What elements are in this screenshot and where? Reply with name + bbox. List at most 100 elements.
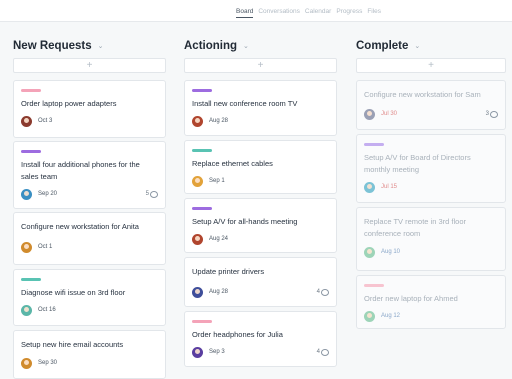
column-new-requests: New Requests ⌄ + Order laptop power adap… xyxy=(13,38,166,73)
task-title: Install four additional phones for the s… xyxy=(21,159,158,183)
task-title: Setup A/V for Board of Directors monthly… xyxy=(364,152,498,176)
add-task-button[interactable]: + xyxy=(184,58,337,73)
column-title: Complete xyxy=(356,40,408,52)
task-card[interactable]: Update printer drivers Aug 28 4 xyxy=(184,257,337,307)
task-meta: Jul 15 xyxy=(364,181,498,193)
task-card[interactable]: Diagnose wifi issue on 3rd floor Oct 16 xyxy=(13,269,166,326)
task-meta: Sep 20 5 xyxy=(21,188,158,200)
comment-count[interactable]: 5 xyxy=(146,191,158,198)
tag-bar xyxy=(192,320,212,323)
comment-icon xyxy=(490,111,498,118)
column-complete: Complete ⌄ + Configure new workstation f… xyxy=(356,38,506,73)
avatar[interactable] xyxy=(21,242,32,253)
avatar[interactable] xyxy=(192,116,203,127)
task-card[interactable]: Order laptop power adapters Oct 3 xyxy=(13,80,166,138)
comment-count[interactable]: 4 xyxy=(317,349,329,356)
task-meta: Aug 28 xyxy=(192,115,329,127)
tab-files[interactable]: Files xyxy=(367,8,381,18)
comment-count-value: 3 xyxy=(486,111,489,117)
task-meta: Sep 30 xyxy=(21,357,158,369)
task-card[interactable]: Setup A/V for Board of Directors monthly… xyxy=(356,134,506,203)
avatar[interactable] xyxy=(364,247,375,258)
tag-bar xyxy=(364,284,384,287)
tab-board[interactable]: Board xyxy=(236,8,253,18)
avatar[interactable] xyxy=(192,234,203,245)
chevron-down-icon[interactable]: ⌄ xyxy=(98,42,104,50)
column-header[interactable]: New Requests ⌄ xyxy=(13,38,166,54)
comment-count-value: 5 xyxy=(146,191,149,197)
task-title: Update printer drivers xyxy=(192,266,329,278)
task-card[interactable]: Replace ethernet cables Sep 1 xyxy=(184,140,337,194)
task-card[interactable]: Install new conference room TV Aug 28 xyxy=(184,80,337,136)
chevron-down-icon[interactable]: ⌄ xyxy=(243,42,249,50)
due-date: Aug 10 xyxy=(381,249,400,255)
column-header[interactable]: Complete ⌄ xyxy=(356,38,506,54)
top-bar: Board Conversations Calendar Progress Fi… xyxy=(0,0,512,22)
board: New Requests ⌄ + Order laptop power adap… xyxy=(0,22,512,374)
task-title: Setup new hire email accounts xyxy=(21,339,158,351)
column-title: Actioning xyxy=(184,40,237,52)
tag-bar xyxy=(21,278,41,281)
chevron-down-icon[interactable]: ⌄ xyxy=(414,42,420,50)
due-date: Oct 3 xyxy=(38,118,52,124)
task-meta: Jul 30 3 xyxy=(364,108,498,120)
task-title: Diagnose wifi issue on 3rd floor xyxy=(21,287,158,299)
task-meta: Oct 16 xyxy=(21,304,158,316)
avatar[interactable] xyxy=(364,182,375,193)
avatar[interactable] xyxy=(192,176,203,187)
task-card[interactable]: Replace TV remote in 3rd floor conferenc… xyxy=(356,207,506,271)
task-title: Replace ethernet cables xyxy=(192,158,329,170)
comment-count-value: 4 xyxy=(317,349,320,355)
tag-bar xyxy=(192,149,212,152)
avatar[interactable] xyxy=(21,305,32,316)
due-date: Oct 16 xyxy=(38,307,56,313)
task-meta: Aug 12 xyxy=(364,310,498,322)
task-card[interactable]: Configure new workstation for Anita Oct … xyxy=(13,212,166,265)
tag-bar xyxy=(192,89,212,92)
add-task-button[interactable]: + xyxy=(356,58,506,73)
column-header[interactable]: Actioning ⌄ xyxy=(184,38,337,54)
avatar[interactable] xyxy=(192,287,203,298)
task-card[interactable]: Setup new hire email accounts Sep 30 xyxy=(13,330,166,379)
comment-count[interactable]: 4 xyxy=(317,289,329,296)
task-meta: Aug 28 4 xyxy=(192,286,329,298)
comment-count-value: 4 xyxy=(317,289,320,295)
tab-conversations[interactable]: Conversations xyxy=(258,8,300,18)
tag-bar xyxy=(21,150,41,153)
comment-count[interactable]: 3 xyxy=(486,111,498,118)
task-title: Replace TV remote in 3rd floor conferenc… xyxy=(364,216,498,240)
add-task-button[interactable]: + xyxy=(13,58,166,73)
task-card[interactable]: Order headphones for Julia Sep 3 4 xyxy=(184,311,337,367)
task-card[interactable]: Setup A/V for all-hands meeting Aug 24 xyxy=(184,198,337,253)
avatar[interactable] xyxy=(21,189,32,200)
due-date: Aug 12 xyxy=(381,313,400,319)
task-title: Order new laptop for Ahmed xyxy=(364,293,498,305)
project-tabs: Board Conversations Calendar Progress Fi… xyxy=(236,8,381,18)
due-date: Sep 30 xyxy=(38,360,57,366)
task-meta: Aug 10 xyxy=(364,246,498,258)
avatar[interactable] xyxy=(21,358,32,369)
task-meta: Oct 3 xyxy=(21,115,158,127)
due-date: Sep 1 xyxy=(209,178,225,184)
due-date: Aug 28 xyxy=(209,289,228,295)
due-date: Oct 1 xyxy=(38,244,52,250)
tab-progress[interactable]: Progress xyxy=(336,8,362,18)
task-card[interactable]: Install four additional phones for the s… xyxy=(13,141,166,209)
task-card[interactable]: Configure new workstation for Sam Jul 30… xyxy=(356,80,506,130)
task-card[interactable]: Order new laptop for Ahmed Aug 12 xyxy=(356,275,506,329)
task-title: Install new conference room TV xyxy=(192,98,329,110)
due-date: Aug 28 xyxy=(209,118,228,124)
comment-icon xyxy=(150,191,158,198)
avatar[interactable] xyxy=(21,116,32,127)
due-date: Sep 3 xyxy=(209,349,225,355)
avatar[interactable] xyxy=(192,347,203,358)
tab-calendar[interactable]: Calendar xyxy=(305,8,331,18)
avatar[interactable] xyxy=(364,311,375,322)
column-title: New Requests xyxy=(13,40,92,52)
due-date: Jul 30 xyxy=(381,111,397,117)
task-meta: Aug 24 xyxy=(192,233,329,245)
task-title: Configure new workstation for Anita xyxy=(21,221,158,233)
avatar[interactable] xyxy=(364,109,375,120)
task-title: Order laptop power adapters xyxy=(21,98,158,110)
tag-bar xyxy=(192,207,212,210)
